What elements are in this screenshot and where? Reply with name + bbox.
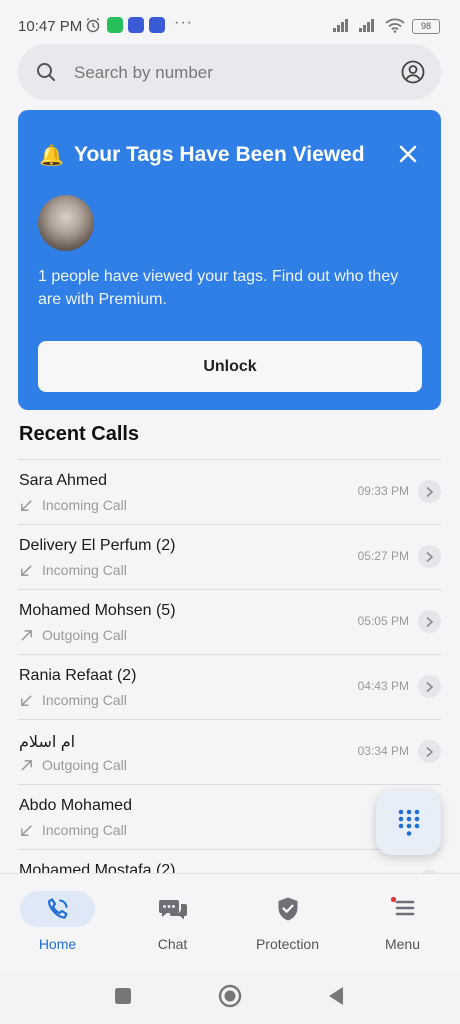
call-type-label: Incoming Call <box>42 497 127 513</box>
nav-label-protection: Protection <box>255 936 320 952</box>
menu-icon <box>390 896 414 916</box>
call-type-label: Outgoing Call <box>42 627 127 643</box>
call-time: 05:27 PM <box>357 549 409 563</box>
back-icon[interactable] <box>327 986 345 1006</box>
close-icon[interactable] <box>396 142 420 166</box>
caller-name: Rania Refaat (2) <box>19 667 137 684</box>
call-details-button[interactable] <box>418 545 441 568</box>
dialpad-button[interactable] <box>376 790 441 855</box>
outgoing-call-arrow-icon <box>21 629 32 641</box>
nav-label-menu: Menu <box>384 936 421 952</box>
incoming-call-arrow-icon <box>21 564 32 576</box>
more-notifications-icon: ··· <box>174 14 193 31</box>
incoming-call-arrow-icon <box>21 499 32 511</box>
recent-apps-icon[interactable] <box>114 987 132 1005</box>
chevron-right-icon <box>426 616 434 627</box>
caller-name: Abdo Mohamed <box>19 797 132 814</box>
call-type: Incoming Call <box>19 497 127 513</box>
call-type: Outgoing Call <box>19 757 127 773</box>
call-time: 09:33 PM <box>357 484 409 498</box>
bell-icon: 🔔 <box>39 145 64 167</box>
battery-icon: 98 <box>412 19 440 34</box>
premium-promo-card: 🔔 Your Tags Have Been Viewed 1 people ha… <box>18 110 441 410</box>
search-input[interactable] <box>72 56 386 90</box>
wifi-icon <box>385 18 405 33</box>
caller-name: Delivery El Perfum (2) <box>19 537 176 554</box>
call-details-button[interactable] <box>418 480 441 503</box>
call-details-button[interactable] <box>418 675 441 698</box>
account-icon[interactable] <box>401 60 425 84</box>
call-details-button[interactable] <box>418 610 441 633</box>
whatsapp-icon <box>107 17 123 33</box>
outgoing-call-arrow-icon <box>21 759 32 771</box>
call-type-label: Incoming Call <box>42 562 127 578</box>
caller-name: Sara Ahmed <box>19 472 108 489</box>
call-type: Outgoing Call <box>19 627 127 643</box>
call-row[interactable]: Rania Refaat (2) Incoming Call 04:43 PM <box>18 655 441 720</box>
search-bar[interactable] <box>18 44 441 100</box>
dialpad-icon <box>398 809 419 836</box>
chevron-right-icon <box>426 681 434 692</box>
signal-icon <box>333 19 348 32</box>
unlock-button[interactable]: Unlock <box>38 341 422 392</box>
recent-calls-heading: Recent Calls <box>19 423 140 445</box>
nav-item-menu[interactable]: Menu <box>345 874 460 969</box>
call-type-label: Incoming Call <box>42 822 127 838</box>
shield-check-icon <box>278 897 297 921</box>
call-type: Incoming Call <box>19 822 127 838</box>
nav-item-protection[interactable]: Protection <box>230 874 345 969</box>
call-type: Incoming Call <box>19 692 127 708</box>
chevron-right-icon <box>426 746 434 757</box>
call-time: 04:43 PM <box>357 679 409 693</box>
chevron-right-icon <box>426 551 434 562</box>
nav-item-chat[interactable]: Chat <box>115 874 230 969</box>
nav-item-home[interactable]: Home <box>0 874 115 969</box>
call-type-label: Outgoing Call <box>42 757 127 773</box>
promo-body: 1 people have viewed your tags. Find out… <box>38 268 399 308</box>
promo-title: Your Tags Have Been Viewed <box>74 143 365 166</box>
phone-icon <box>47 898 68 919</box>
status-time: 10:47 PM <box>18 18 83 35</box>
call-type: Incoming Call <box>19 562 127 578</box>
app-notification-icon <box>128 17 144 33</box>
call-time: 03:34 PM <box>357 744 409 758</box>
alarm-icon <box>86 17 100 33</box>
call-time: 05:05 PM <box>357 614 409 628</box>
call-row[interactable]: Delivery El Perfum (2) Incoming Call 05:27… <box>18 525 441 590</box>
signal-icon <box>359 19 374 32</box>
viewer-avatar <box>38 195 94 251</box>
nav-label-chat: Chat <box>157 936 188 952</box>
call-row[interactable]: Sara Ahmed Incoming Call 09:33 PM <box>18 460 441 525</box>
call-details-button[interactable] <box>418 740 441 763</box>
caller-name: Mohamed Mohsen (5) <box>19 602 176 619</box>
call-row[interactable]: Mohamed Mohsen (5) Outgoing Call 05:05 PM <box>18 590 441 655</box>
call-row[interactable]: ام اسلام Outgoing Call 03:34 PM <box>18 720 441 785</box>
status-bar: 10:47 PM ··· 98 <box>0 0 460 40</box>
caller-name: ام اسلام <box>19 734 76 751</box>
incoming-call-arrow-icon <box>21 824 32 836</box>
chevron-right-icon <box>426 486 434 497</box>
app-notification-icon <box>149 17 165 33</box>
incoming-call-arrow-icon <box>21 694 32 706</box>
call-type-label: Incoming Call <box>42 692 127 708</box>
bottom-navigation: Home Chat Protection Menu <box>0 873 460 969</box>
chat-bubbles-icon <box>158 900 187 920</box>
search-icon <box>37 63 55 81</box>
system-navigation-bar <box>0 969 460 1024</box>
home-circle-icon[interactable] <box>218 984 242 1008</box>
nav-label-home: Home <box>38 936 77 952</box>
